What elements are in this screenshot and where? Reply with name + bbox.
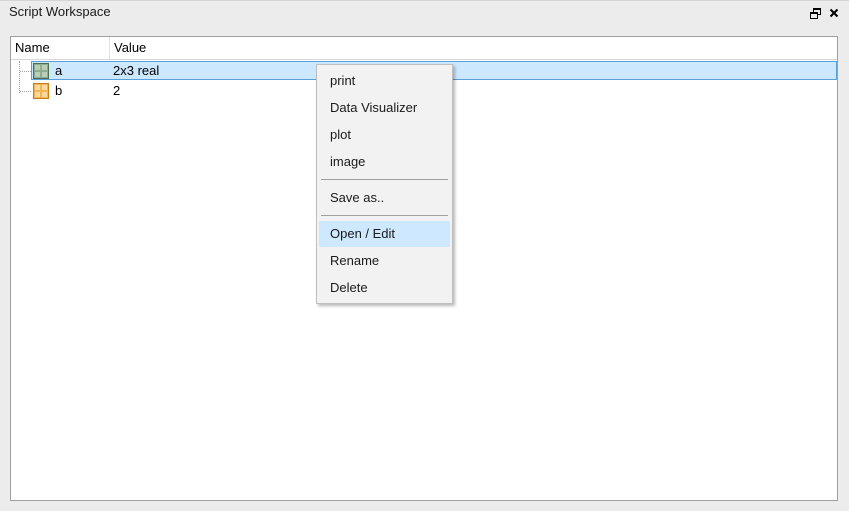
variable-name: a xyxy=(55,63,63,78)
script-workspace-panel: Script Workspace Name Value a 2x3 real b… xyxy=(0,0,849,511)
tree-header: Name Value xyxy=(11,37,837,60)
menu-item-rename[interactable]: Rename xyxy=(319,248,450,274)
menu-item-save-as[interactable]: Save as.. xyxy=(319,185,450,211)
tree-guide-line xyxy=(20,71,31,72)
panel-title: Script Workspace xyxy=(9,4,111,19)
tree-guide-line xyxy=(20,91,31,92)
menu-item-data-visualizer[interactable]: Data Visualizer xyxy=(319,95,450,121)
menu-item-print[interactable]: print xyxy=(319,68,450,94)
column-header-name[interactable]: Name xyxy=(11,37,110,59)
close-icon[interactable] xyxy=(827,6,841,20)
title-bar: Script Workspace xyxy=(0,1,849,29)
matrix-variable-icon xyxy=(33,63,49,79)
menu-item-plot[interactable]: plot xyxy=(319,122,450,148)
variable-value: 2x3 real xyxy=(113,63,160,78)
variable-value: 2 xyxy=(113,83,121,98)
menu-item-image[interactable]: image xyxy=(319,149,450,175)
restore-window-icon[interactable] xyxy=(808,6,822,20)
menu-separator xyxy=(321,215,448,216)
menu-item-open-edit[interactable]: Open / Edit xyxy=(319,221,450,247)
menu-separator xyxy=(321,179,448,180)
column-header-value[interactable]: Value xyxy=(110,37,146,59)
variable-name: b xyxy=(55,83,63,98)
menu-item-delete[interactable]: Delete xyxy=(319,275,450,301)
context-menu: print Data Visualizer plot image Save as… xyxy=(316,64,453,304)
scalar-variable-icon xyxy=(33,83,49,99)
